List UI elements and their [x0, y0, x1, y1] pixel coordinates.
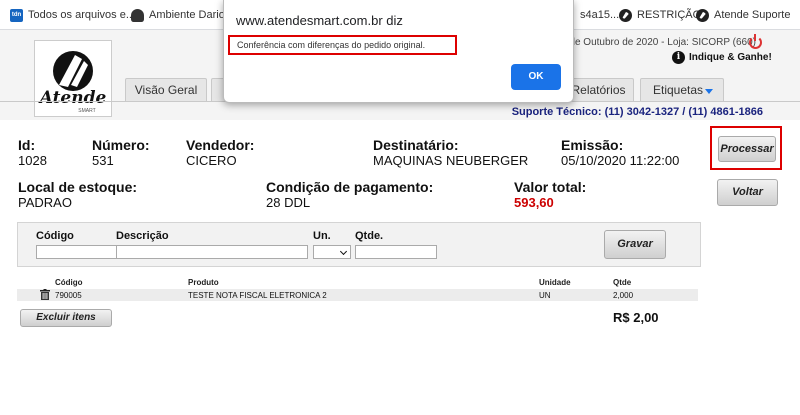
logo-text: Atende: [38, 88, 107, 108]
destinatario-label: Destinatário:: [373, 137, 459, 153]
add-item-form: Código Descrição Un. Qtde. Gravar: [17, 222, 701, 267]
items-total: R$ 2,00: [613, 310, 659, 325]
caret-down-icon: [705, 89, 713, 94]
atende-logo: Atende SMART: [34, 40, 112, 117]
dialog-message-highlight: Conferência com diferenças do pedido ori…: [228, 35, 457, 55]
support-phone: Suporte Técnico: (11) 3042-1327 / (11) 4…: [511, 106, 763, 118]
bookmark-label: RESTRIÇÃO: [637, 9, 702, 21]
local-estoque-label: Local de estoque:: [18, 179, 138, 195]
id-value: 1028: [18, 153, 47, 168]
bookmark-label: Todos os arquivos e...: [28, 9, 136, 21]
valor-total-value: 593,60: [514, 195, 554, 210]
bookmark-label: s4a15...: [580, 9, 620, 21]
emissao-value: 05/10/2020 11:22:00: [561, 153, 680, 168]
tdn-icon: tdn: [10, 8, 23, 22]
descricao-label: Descrição: [116, 230, 169, 242]
col-header-codigo: Código: [55, 278, 83, 287]
user-icon: [131, 8, 144, 22]
atende-icon: [696, 8, 709, 22]
processar-highlight: Processar: [710, 126, 782, 170]
id-label: Id:: [18, 137, 36, 153]
descricao-input[interactable]: [116, 245, 308, 259]
table-row: [17, 289, 698, 301]
indique-ganhe-link[interactable]: i Indique & Ganhe!: [672, 51, 772, 64]
vendedor-value: CICERO: [186, 153, 237, 168]
un-label: Un.: [313, 230, 331, 242]
numero-label: Número:: [92, 137, 150, 153]
qtde-input[interactable]: [355, 245, 437, 259]
bookmark-restricao[interactable]: RESTRIÇÃO: [619, 8, 701, 22]
tab-etiquetas[interactable]: Etiquetas: [640, 78, 724, 102]
qtde-label: Qtde.: [355, 230, 384, 242]
atende-icon: [619, 8, 632, 22]
numero-value: 531: [92, 153, 114, 168]
condicao-pagamento-value: 28 DDL: [266, 195, 311, 210]
col-header-unidade: Unidade: [539, 278, 571, 287]
dialog-title: www.atendesmart.com.br diz: [236, 13, 403, 28]
cell-produto: TESTE NOTA FISCAL ELETRONICA 2: [188, 291, 327, 300]
trash-icon[interactable]: [40, 289, 50, 300]
bookmark-label: Atende Suporte: [714, 9, 791, 21]
vendedor-label: Vendedor:: [186, 137, 255, 153]
power-icon[interactable]: [749, 34, 762, 49]
bookmark-todos-arquivos[interactable]: tdn Todos os arquivos e...: [10, 8, 135, 22]
local-estoque-value: PADRAO: [18, 195, 72, 210]
un-select[interactable]: [313, 245, 351, 259]
gravar-button[interactable]: Gravar: [604, 230, 666, 259]
col-header-qtde: Qtde: [613, 278, 632, 287]
bookmark-ambiente-dario[interactable]: Ambiente Dario: [131, 8, 225, 22]
info-icon: i: [672, 51, 685, 64]
excluir-itens-button[interactable]: Excluir itens: [20, 309, 112, 327]
logo-mark: Atende SMART: [38, 51, 107, 114]
condicao-pagamento-label: Condição de pagamento:: [266, 179, 434, 195]
processar-button[interactable]: Processar: [718, 136, 776, 162]
cell-codigo: 790005: [55, 291, 82, 300]
store-info: de Outubro de 2020 - Loja: SICORP (660): [569, 37, 756, 48]
indique-label: Indique & Ganhe!: [689, 52, 772, 63]
col-header-produto: Produto: [188, 278, 219, 287]
emissao-label: Emissão:: [561, 137, 624, 153]
bookmark-s4a15[interactable]: s4a15...: [580, 8, 619, 22]
codigo-input[interactable]: [36, 245, 128, 259]
destinatario-value: MAQUINAS NEUBERGER: [373, 153, 529, 168]
valor-total-label: Valor total:: [514, 179, 587, 195]
dialog-message: Conferência com diferenças do pedido ori…: [237, 40, 426, 50]
logo-subtext: SMART: [78, 108, 95, 114]
alert-dialog: www.atendesmart.com.br diz Conferência c…: [223, 0, 574, 103]
ok-button[interactable]: OK: [511, 64, 561, 90]
cell-qtde: 2,000: [613, 291, 634, 300]
bookmark-atende-suporte[interactable]: Atende Suporte: [696, 8, 790, 22]
codigo-label: Código: [36, 230, 74, 242]
tab-visao-geral[interactable]: Visão Geral: [125, 78, 207, 102]
voltar-button[interactable]: Voltar: [717, 179, 778, 206]
cell-unidade: UN: [539, 291, 551, 300]
tab-etiquetas-label: Etiquetas: [653, 83, 704, 97]
bookmark-label: Ambiente Dario: [149, 9, 225, 21]
